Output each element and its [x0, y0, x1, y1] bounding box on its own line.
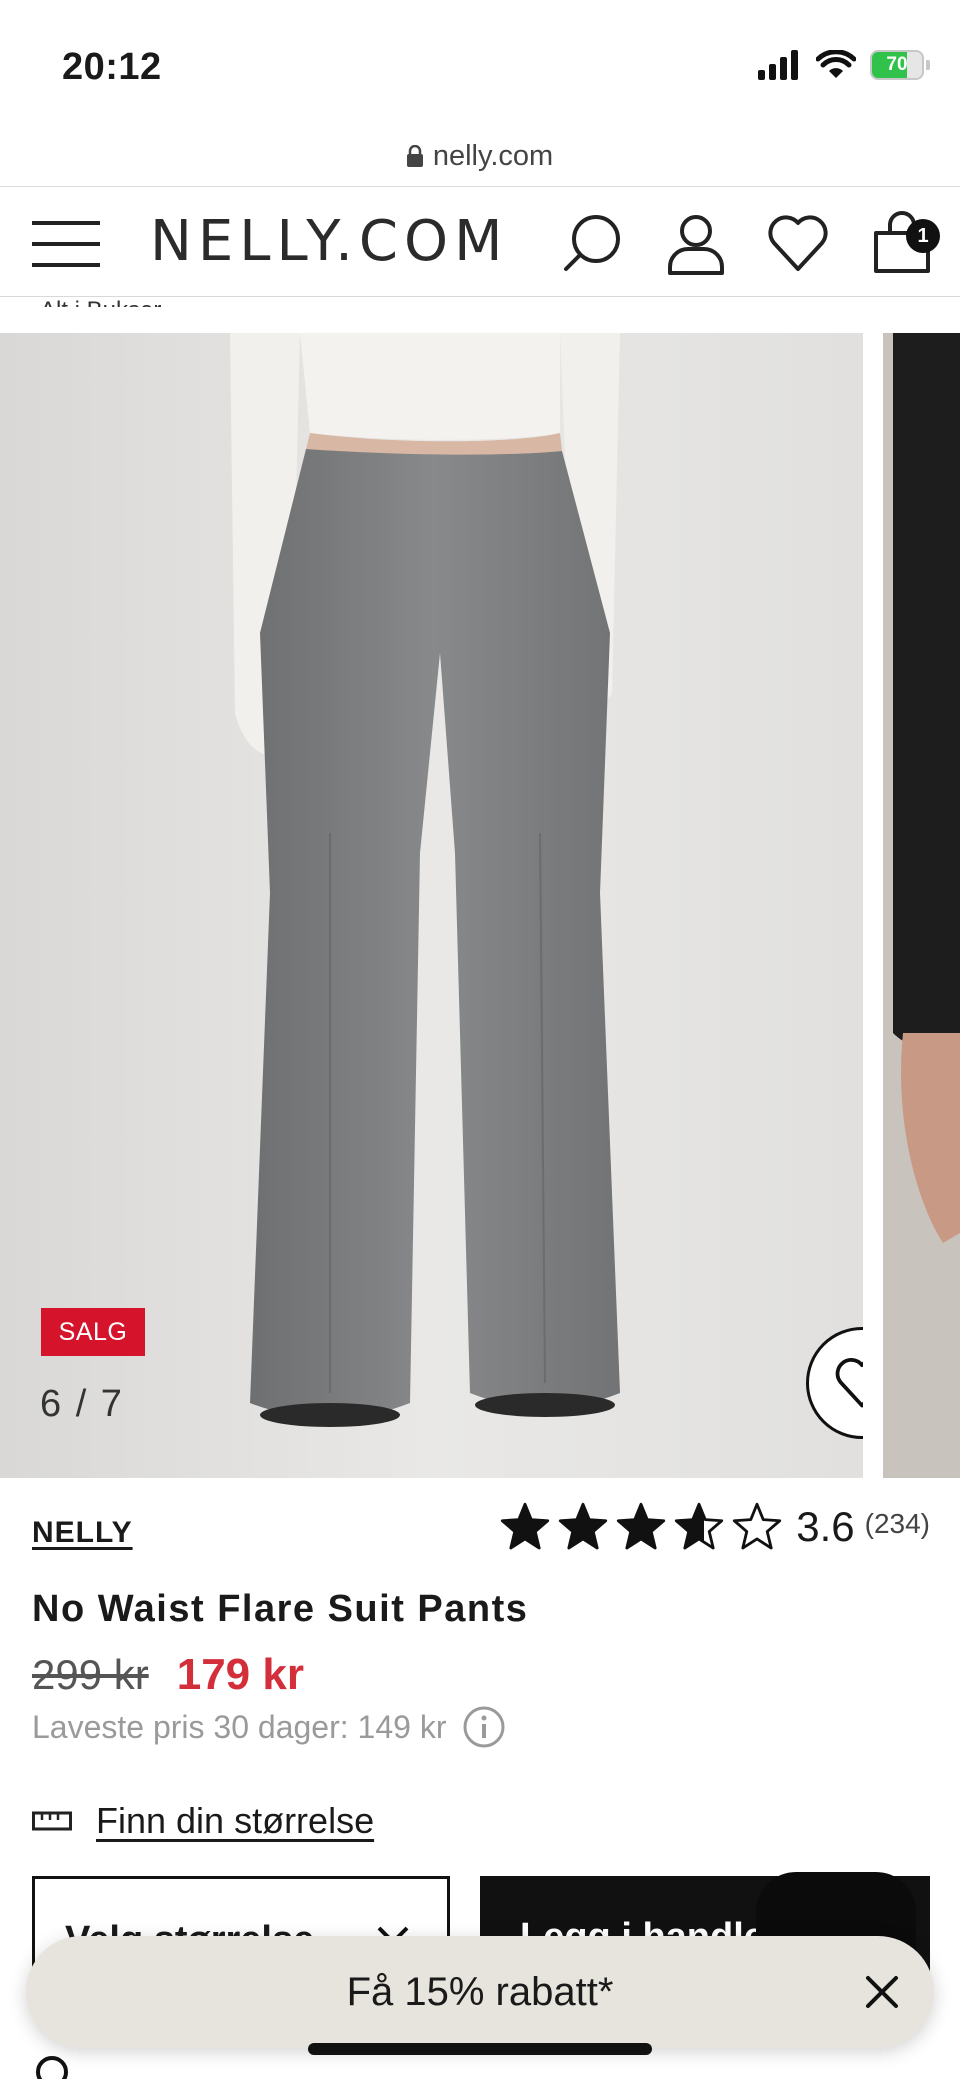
discount-banner[interactable]: Få 15% rabatt*	[26, 1936, 934, 2048]
status-time: 20:12	[62, 46, 162, 88]
url-bar[interactable]: nelly.com	[0, 128, 960, 184]
url-text: nelly.com	[432, 139, 554, 172]
account-icon[interactable]	[664, 211, 728, 275]
star-icon	[675, 1502, 724, 1550]
lock-icon	[406, 145, 423, 167]
star-icon	[559, 1502, 608, 1550]
original-price: 299 kr	[32, 1651, 149, 1698]
size-guide-link[interactable]: Finn din størrelse	[32, 1800, 374, 1842]
ruler-icon	[32, 1811, 72, 1831]
status-icons: 70	[758, 50, 930, 80]
breadcrumb[interactable]: Alt i Bukser	[40, 297, 161, 307]
site-logo[interactable]: NELLY.COM	[150, 209, 508, 274]
wifi-icon	[816, 50, 856, 78]
menu-icon[interactable]	[32, 219, 102, 269]
delivery-icon	[32, 2042, 92, 2079]
product-image[interactable]: SALG 6 / 7	[0, 333, 863, 1478]
heart-icon	[835, 1358, 863, 1408]
image-counter: 6 / 7	[40, 1383, 124, 1425]
star-icon	[501, 1502, 550, 1550]
price-row: 299 kr 179 kr	[32, 1650, 304, 1700]
product-title: No Waist Flare Suit Pants	[32, 1588, 529, 1630]
battery-level: 70	[886, 54, 908, 75]
rating-count: (234)	[864, 1508, 930, 1539]
info-icon[interactable]	[462, 1705, 506, 1749]
breadcrumb-label: Alt i Bukser	[40, 297, 161, 307]
rating-value: 3.6	[796, 1503, 855, 1550]
search-icon[interactable]	[560, 211, 624, 275]
sale-badge: SALG	[41, 1308, 145, 1356]
product-rating[interactable]: 3.6 (234)	[500, 1502, 930, 1552]
cart-count-badge: 1	[906, 219, 940, 253]
brand-link[interactable]: NELLY	[32, 1516, 133, 1550]
status-bar: 20:12 70	[0, 0, 960, 120]
sale-price: 179 kr	[176, 1650, 304, 1699]
cart-button[interactable]: 1	[870, 211, 940, 275]
product-photo	[0, 333, 863, 1478]
rating-stars	[500, 1502, 782, 1552]
close-icon[interactable]	[862, 1972, 902, 2012]
next-product-photo	[883, 333, 960, 1478]
star-icon	[617, 1502, 666, 1550]
wishlist-icon[interactable]	[766, 211, 830, 275]
home-indicator	[308, 2043, 652, 2055]
product-gallery[interactable]: SALG 6 / 7	[0, 333, 960, 1478]
cellular-signal-icon	[758, 50, 798, 80]
site-header: NELLY.COM 1	[0, 187, 960, 297]
next-product-image[interactable]	[883, 333, 960, 1478]
star-icon	[733, 1502, 782, 1550]
size-guide-label: Finn din størrelse	[96, 1800, 375, 1841]
lowest-price-text: Laveste pris 30 dager: 149 kr	[32, 1708, 447, 1745]
lowest-price-note: Laveste pris 30 dager: 149 kr	[32, 1705, 506, 1749]
discount-banner-text: Få 15% rabatt*	[346, 1969, 614, 2014]
battery-charging-icon: 70	[870, 50, 930, 80]
